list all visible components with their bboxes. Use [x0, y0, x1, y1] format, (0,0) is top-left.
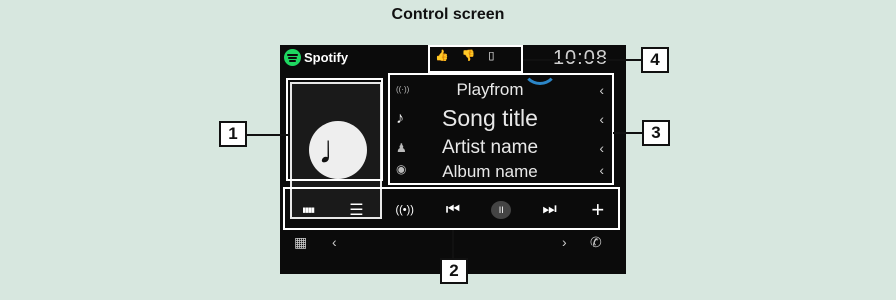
callout-line-2 [452, 230, 454, 258]
frame-controls [283, 187, 620, 230]
frame-rating [428, 45, 523, 73]
menu-grid-icon[interactable]: ▦ [294, 234, 307, 251]
spotify-logo: Spotify [284, 49, 348, 66]
phone-icon[interactable]: ✆ [590, 234, 602, 251]
callout-line-4 [523, 59, 641, 61]
app-name: Spotify [304, 50, 349, 65]
callout-line-1 [245, 134, 288, 136]
callout-line-3 [613, 132, 642, 134]
chevron-right-icon[interactable]: › [562, 234, 567, 250]
spotify-icon [284, 49, 301, 66]
frame-info [388, 73, 614, 185]
chevron-left-icon[interactable]: ‹ [332, 234, 337, 250]
callout-4: 4 [641, 47, 669, 73]
page-heading: Control screen [391, 6, 505, 23]
callout-2: 2 [440, 258, 468, 284]
frame-artwork [286, 78, 383, 181]
callout-3: 3 [642, 120, 670, 146]
callout-1: 1 [219, 121, 247, 147]
